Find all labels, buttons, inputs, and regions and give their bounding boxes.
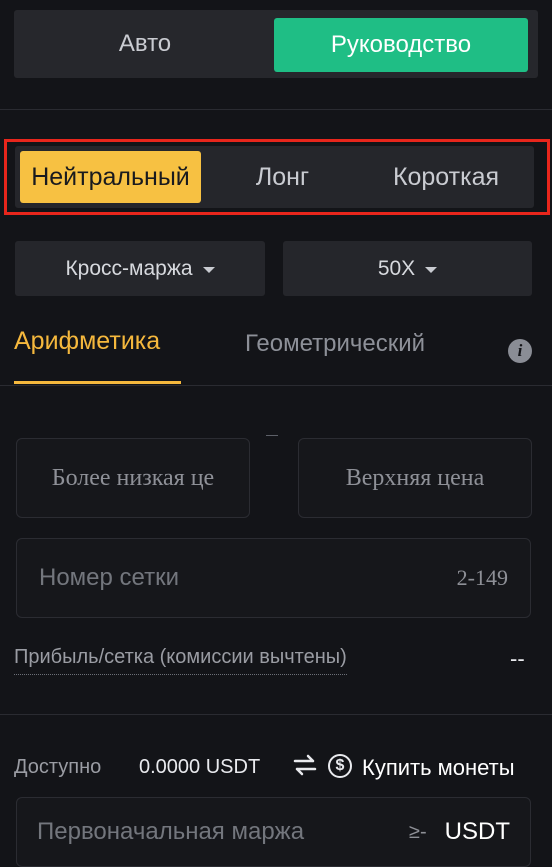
dollar-coin-icon[interactable]: $ (328, 754, 352, 778)
profit-per-grid-label[interactable]: Прибыль/сетка (комиссии вычтены) (14, 646, 347, 675)
grid-number-placeholder: Номер сетки (39, 564, 179, 591)
upper-price-placeholder: Верхняя цена (345, 464, 485, 491)
margin-mode-label: Кросс-маржа (65, 256, 193, 280)
leverage-dropdown[interactable]: 50X (283, 241, 532, 296)
divider (0, 714, 552, 715)
tabs-divider (0, 385, 552, 386)
tab-arithmetic[interactable]: Арифметика (14, 327, 160, 356)
lower-price-placeholder: Более низкая це (51, 464, 215, 491)
caret-down-icon (425, 266, 438, 273)
profit-per-grid-value: -- (510, 646, 525, 671)
direction-long-button[interactable]: Лонг (205, 151, 360, 203)
initial-margin-min-prefix: ≥- (409, 820, 427, 843)
upper-price-input[interactable]: Верхняя цена (298, 438, 532, 518)
initial-margin-input[interactable]: Первоначальная маржа ≥- USDT (16, 797, 531, 867)
mode-manual-button[interactable]: Руководство (274, 18, 528, 72)
caret-down-icon (202, 266, 215, 273)
leverage-label: 50X (377, 256, 416, 280)
margin-mode-dropdown[interactable]: Кросс-маржа (15, 241, 265, 296)
mode-auto-button[interactable]: Авто (14, 10, 276, 78)
info-icon[interactable]: i (508, 339, 532, 363)
buy-coins-link[interactable]: Купить монеты (362, 755, 515, 781)
initial-margin-placeholder: Первоначальная маржа (37, 818, 305, 845)
transfer-icon[interactable] (292, 752, 318, 778)
grid-range-hint: 2-149 (456, 565, 508, 590)
range-separator (266, 435, 278, 436)
grid-number-input[interactable]: Номер сетки 2-149 (16, 538, 531, 618)
lower-price-input[interactable]: Более низкая це (16, 438, 250, 518)
tab-active-indicator (14, 381, 181, 384)
divider (0, 109, 552, 110)
available-balance: 0.0000 USDT (139, 756, 261, 778)
initial-margin-unit: USDT (444, 818, 510, 845)
available-label: Доступно (14, 756, 102, 778)
direction-neutral-button[interactable]: Нейтральный (20, 151, 201, 203)
direction-short-button[interactable]: Короткая (360, 151, 532, 203)
tab-geometric[interactable]: Геометрический (245, 330, 425, 358)
